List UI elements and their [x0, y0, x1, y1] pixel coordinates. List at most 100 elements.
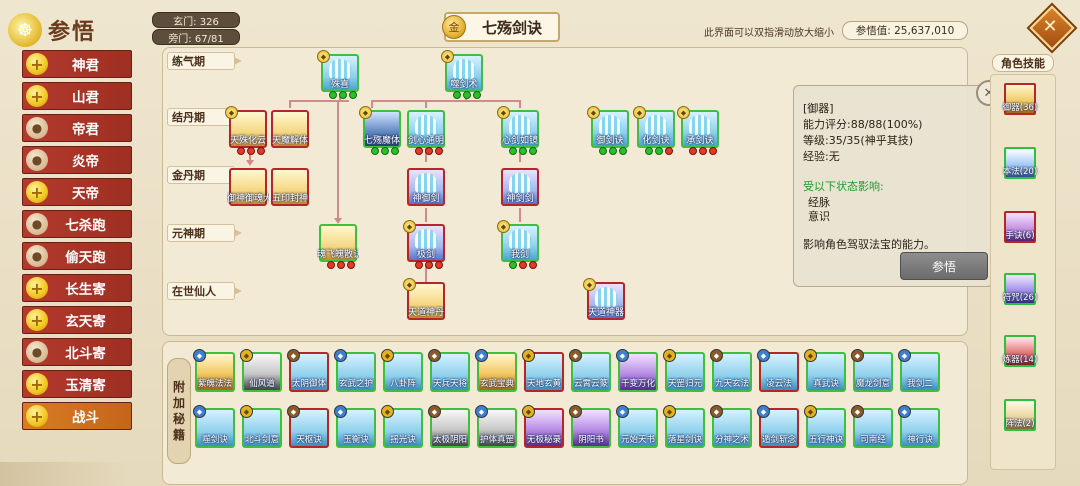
zoom-hint: 此界面可以双指滑动放大缩小 — [704, 28, 834, 39]
extra-skill-cell[interactable]: ◆ 九天玄法 — [710, 349, 752, 392]
skill-node[interactable]: 御神御魂大法 — [227, 168, 269, 206]
skill-node[interactable]: ◆ 噬剑术 — [441, 50, 483, 99]
extra-skill-cell[interactable]: ◆ 五行神诀 — [804, 405, 846, 448]
extra-skill-cell[interactable]: ◆ 天枢诀 — [287, 405, 329, 448]
extra-skill-cell[interactable]: ◆ 紫魄法法 — [193, 349, 235, 392]
skill-node[interactable]: 魂飞魄散诀 — [317, 224, 359, 269]
skill-node[interactable]: ◆ 承剑诀 — [677, 106, 719, 155]
extra-skill-cell[interactable]: ◆ 落星剑诀 — [663, 405, 705, 448]
fan-sword-icon — [415, 229, 437, 249]
extra-skill-cell[interactable]: ◆ 分神之术 — [710, 405, 752, 448]
tree-title: 七殇剑诀 — [481, 18, 542, 37]
skill-node[interactable]: 五印封神 — [271, 168, 309, 206]
role-skill-zhenfa[interactable]: 阵法(2) — [1004, 399, 1036, 431]
tag-char: 附 — [172, 380, 185, 394]
extra-skill-cell[interactable]: ◆ 云霄云篆 — [569, 349, 611, 392]
realm-label-lianqi: 练气期 — [167, 52, 242, 70]
extra-skill-cell[interactable]: ◆ 玄武之护 — [334, 349, 376, 392]
sidebar-item[interactable]: + 战斗 — [22, 402, 132, 430]
skill-node[interactable]: 神御剑 — [407, 168, 445, 206]
extra-skill-cell[interactable]: ◆ 北斗剑意 — [240, 405, 282, 448]
skill-type-icon: ◆ — [804, 405, 817, 418]
extra-skill-cell[interactable]: ◆ 遁剑斩念 — [757, 405, 799, 448]
sidebar-item[interactable]: ● 七杀跑 — [22, 210, 132, 238]
extra-skill-cell[interactable]: ◆ 仙风道 — [240, 349, 282, 392]
extra-skill-cell[interactable]: ◆ 神行诀 — [898, 405, 940, 448]
skill-node[interactable]: ◆ 化剑诀 — [633, 106, 675, 155]
extra-skill-cell[interactable]: ◆ 司南经 — [851, 405, 893, 448]
tree-connector — [425, 100, 427, 108]
tier-badge-icon: ◆ — [583, 278, 596, 291]
extra-skill-label: 护体真罡 — [479, 435, 514, 445]
skill-node[interactable]: ◆ 天道神丹 — [403, 278, 445, 320]
extra-skill-cell[interactable]: ◆ 千变万化 — [616, 349, 658, 392]
skill-node[interactable]: ◆ 天道神器 — [583, 278, 625, 320]
role-skill-fuzhou[interactable]: 符咒(26) — [1003, 273, 1037, 305]
skill-node[interactable]: ◆ 心剑如镜 — [497, 106, 539, 155]
skill-node[interactable]: ◆ 天殊化云 — [225, 106, 267, 155]
sidebar-item[interactable]: + 山君 — [22, 82, 132, 110]
canwu-button[interactable]: 参悟 — [900, 252, 988, 280]
skill-node[interactable]: 天魔解体 — [271, 110, 309, 148]
skill-node[interactable]: ◆ 我剑 — [497, 220, 539, 269]
sidebar-item[interactable]: ● 偷天跑 — [22, 242, 132, 270]
extra-skill-cell[interactable]: ◆ 我剑二 — [898, 349, 940, 392]
extra-skill-label: 八卦阵 — [390, 379, 416, 389]
skill-node[interactable]: ◆ 七殇魔体 — [359, 106, 401, 155]
extra-skill-cell[interactable]: ◆ 真武诀 — [804, 349, 846, 392]
skill-type-icon: ◆ — [616, 349, 629, 362]
role-skill-yuqi[interactable]: 御器(36) — [1003, 83, 1037, 115]
role-skill-lianqi[interactable]: 炼器(14) — [1003, 335, 1037, 367]
extra-skill-cell[interactable]: ◆ 太阴御体 — [287, 349, 329, 392]
extra-skill-cell[interactable]: ◆ 太极阴阳 — [428, 405, 470, 448]
extra-skill-cell[interactable]: ◆ 凌云法 — [757, 349, 799, 392]
sidebar-item[interactable]: ● 北斗寄 — [22, 338, 132, 366]
extra-skill-cell[interactable]: ◆ 天地玄黄 — [522, 349, 564, 392]
skill-node[interactable]: 剑心通明 — [407, 110, 445, 155]
role-skill-shoujue[interactable]: 手诀(6) — [1004, 211, 1036, 243]
fan-sword-icon — [415, 115, 437, 135]
fan-sword-icon — [595, 287, 617, 307]
sidebar-item-label: 北斗寄 — [65, 346, 106, 362]
role-skill-benfa[interactable]: 本法(20) — [1003, 147, 1037, 179]
extra-skill-cell[interactable]: ◆ 阴阳书 — [569, 405, 611, 448]
tier-badge-icon: ◆ — [317, 50, 330, 63]
extra-skill-label: 分神之术 — [714, 435, 749, 445]
extra-skill-cell[interactable]: ◆ 天兵天将 — [428, 349, 470, 392]
extra-skill-label: 仙风道 — [249, 379, 275, 389]
extra-skill-cell[interactable]: ◆ 魔龙剑意 — [851, 349, 893, 392]
sidebar-item[interactable]: + 玄天寄 — [22, 306, 132, 334]
skill-type-icon: ◆ — [663, 405, 676, 418]
sidebar-item-label: 山君 — [72, 90, 99, 106]
extra-skills-panel[interactable]: 附 加 秘 籍 ◆ 紫魄法法 ◆ 仙风道 ◆ 太阴御体 ◆ 玄武之护 ◆ 八卦阵 ◆ 天兵天将 ◆ 玄武宝… — [162, 341, 968, 485]
plus-icon: + — [26, 277, 48, 299]
fan-sword-icon — [509, 229, 531, 249]
extra-skill-cell[interactable]: ◆ 无极秘录 — [522, 405, 564, 448]
extra-skill-cell[interactable]: ◆ 元始天书 — [616, 405, 658, 448]
sidebar-item[interactable]: + 玉清寄 — [22, 370, 132, 398]
extra-skill-cell[interactable]: ◆ 噬剑诀 — [193, 405, 235, 448]
realm-label-zaishi: 在世仙人 — [167, 282, 242, 300]
close-button[interactable]: ✕ — [1029, 5, 1075, 51]
extra-skill-label: 太阴御体 — [291, 379, 326, 389]
skill-node[interactable]: ◆ 御剑诀 — [587, 106, 629, 155]
sidebar-item[interactable]: ● 炎帝 — [22, 146, 132, 174]
sidebar-item[interactable]: + 神君 — [22, 50, 132, 78]
extra-skill-cell[interactable]: ◆ 玄武宝典 — [475, 349, 517, 392]
sidebar-item[interactable]: + 长生寄 — [22, 274, 132, 302]
extra-skill-label: 我剑二 — [907, 379, 933, 389]
tier-badge-icon: ◆ — [677, 106, 690, 119]
extra-skills-tag: 附 加 秘 籍 — [167, 358, 191, 464]
skill-node[interactable]: ◆ 殊喜 — [317, 50, 359, 99]
skill-node[interactable]: 神剑剑 — [501, 168, 539, 206]
extra-skill-cell[interactable]: ◆ 八卦阵 — [381, 349, 423, 392]
sidebar-item[interactable]: + 天帝 — [22, 178, 132, 206]
extra-skill-cell[interactable]: ◆ 摇光诀 — [381, 405, 423, 448]
extra-skill-cell[interactable]: ◆ 天罡归元 — [663, 349, 705, 392]
extra-skill-cell[interactable]: ◆ 玉衡诀 — [334, 405, 376, 448]
sidebar-item[interactable]: ● 帝君 — [22, 114, 132, 142]
extra-skill-cell[interactable]: ◆ 护体真罡 — [475, 405, 517, 448]
tree-connector — [425, 208, 427, 222]
tier-badge-icon: ◆ — [633, 106, 646, 119]
skill-node[interactable]: ◆ 极剑 — [403, 220, 445, 269]
